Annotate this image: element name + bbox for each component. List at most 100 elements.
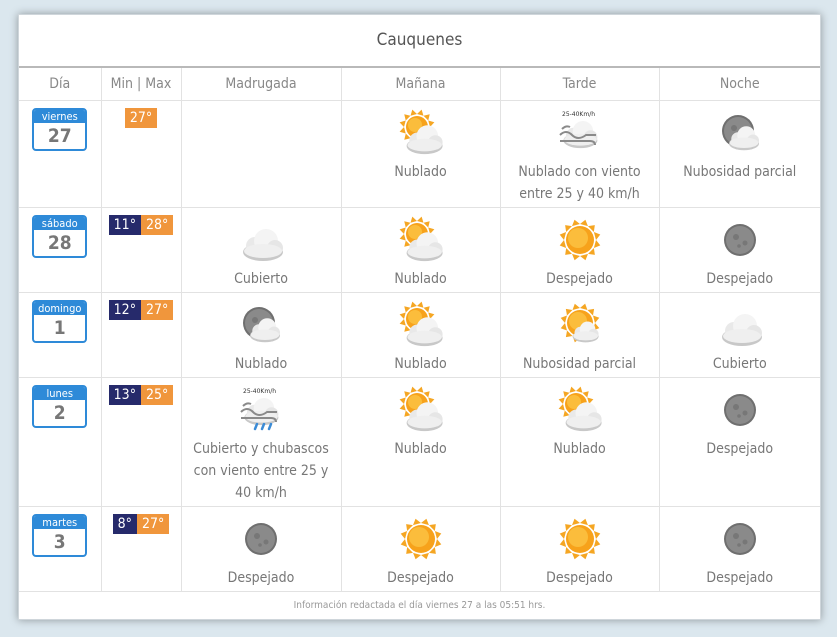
temp-cell: 12° 27° (101, 292, 182, 378)
period-desc: Nublado (394, 271, 447, 287)
period-cell: Nublado (341, 377, 501, 507)
period-cell (181, 100, 342, 208)
weather-cloud-icon (243, 229, 283, 261)
day-name: sábado (34, 217, 86, 230)
period-cell: Cubierto (181, 207, 342, 293)
weather-sun-cloud-icon (399, 301, 443, 347)
day-badge: lunes 2 (32, 385, 88, 428)
period-desc: Despejado (706, 271, 774, 287)
period-cell: Nublado (500, 377, 660, 507)
temp-max: 28° (141, 215, 174, 235)
day-name: lunes (34, 387, 86, 400)
period-desc: Nublado (553, 441, 606, 457)
temp-max: 25° (141, 385, 174, 405)
day-number: 2 (53, 402, 66, 424)
temp-max: 27° (136, 514, 170, 534)
period-desc: Despejado (227, 570, 295, 586)
header-manana: Mañana (341, 68, 501, 101)
footer-note: Información redactada el día viernes 27 … (293, 600, 546, 611)
location-title: Cauquenes (19, 15, 820, 68)
svg-text:25-40Km/h: 25-40Km/h (243, 388, 276, 395)
period-cell: 25-40Km/h Nublado con viento entre 25 y … (500, 100, 660, 208)
weather-sun-icon (400, 518, 441, 560)
temp-range: 13° 25° (102, 385, 181, 405)
day-cell: lunes 2 (19, 377, 102, 507)
header-row: Día Min | Max Madrugada Mañana Tarde Noc… (19, 68, 820, 101)
period-cell: Despejado (659, 506, 820, 592)
day-name: viernes (34, 110, 86, 123)
period-cell: Despejado (659, 377, 820, 507)
period-desc: Nubosidad parcial (522, 356, 637, 372)
weather-sun-cloud-icon (558, 386, 602, 432)
day-name: martes (34, 516, 86, 529)
weather-sun-icon (559, 219, 600, 261)
weather-sun-cloud-icon (399, 216, 443, 262)
weather-moon-cloud-icon (721, 115, 759, 151)
period-desc: Despejado (546, 271, 613, 287)
temp-cell: 13° 25° (101, 377, 182, 507)
period-desc: Cubierto (712, 356, 767, 372)
header-tarde: Tarde (500, 68, 660, 101)
day-badge: martes 3 (32, 514, 88, 557)
day-number: 3 (53, 531, 66, 553)
weather-wind-icon: 25-40Km/h (558, 111, 597, 149)
period-cell: Despejado (500, 207, 660, 293)
day-cell: martes 3 (19, 506, 102, 592)
temp-min: 13° (108, 385, 141, 405)
day-row: lunes 2 13° 25° 25-40Km/h Cubierto y chuba… (19, 377, 820, 507)
weather-moon-icon (245, 523, 277, 555)
period-cell: Despejado (341, 506, 501, 592)
temp-cell: 8° 27° (101, 506, 182, 592)
period-desc: Nublado con viento entre 25 y 40 km/h (518, 164, 641, 202)
temp-cell: 27° (101, 100, 182, 208)
period-cell: Nublado (341, 100, 501, 208)
weather-sun-cloud-icon (399, 386, 443, 432)
temp-range: 12° 27° (102, 300, 181, 320)
weather-sun-cloud-small-icon (560, 303, 599, 343)
period-cell: Despejado (500, 506, 660, 592)
day-number: 27 (47, 125, 72, 147)
day-number: 1 (53, 317, 66, 339)
period-desc: Despejado (706, 441, 774, 457)
temp-max: 27° (124, 108, 158, 128)
period-desc: Nublado (394, 164, 447, 180)
header-madrugada: Madrugada (181, 68, 342, 101)
day-name: domingo (34, 302, 86, 315)
temp-min: 12° (108, 300, 141, 320)
period-desc: Despejado (546, 570, 613, 586)
forecast-table: Día Min | Max Madrugada Mañana Tarde Noc… (19, 68, 820, 592)
period-cell: Despejado (181, 506, 342, 592)
temp-min: 11° (108, 215, 141, 235)
temp-cell: 11° 28° (101, 207, 182, 293)
period-cell: Cubierto (659, 292, 820, 378)
period-cell: Nublado (341, 292, 501, 378)
svg-text:25-40Km/h: 25-40Km/h (562, 111, 595, 118)
temp-min: 8° (112, 514, 137, 534)
forecast-card: Cauquenes Día Min | Max Madrugada Mañana… (18, 14, 821, 620)
day-cell: viernes 27 (19, 100, 102, 208)
weather-cloud-icon (721, 314, 762, 346)
temp-range: 8° 27° (102, 514, 181, 534)
day-row: viernes 27 27° Nublado 25-40Km/h Nublado … (19, 100, 820, 208)
weather-sun-icon (559, 518, 600, 560)
header-dia: Día (19, 68, 102, 101)
day-badge: sábado 28 (32, 215, 88, 258)
period-desc: Despejado (706, 570, 774, 586)
period-desc: Cubierto y chubascos con viento entre 25… (193, 441, 329, 501)
weather-moon-icon (723, 394, 756, 426)
day-row: domingo 1 12° 27° Nublado Nublado Nubosid… (19, 292, 820, 378)
day-row: martes 3 8° 27° Despejado Despejado Despeja… (19, 506, 820, 592)
temp-max: 27° (141, 300, 174, 320)
period-cell: Nublado (341, 207, 501, 293)
temp-range: 27° (102, 108, 181, 128)
period-cell: Despejado (659, 207, 820, 293)
day-cell: sábado 28 (19, 207, 102, 293)
period-desc: Nubosidad parcial (683, 164, 797, 180)
day-number: 28 (47, 232, 72, 254)
period-desc: Nublado (394, 356, 447, 372)
weather-sun-cloud-icon (399, 109, 443, 155)
weather-moon-icon (723, 224, 756, 256)
day-badge: domingo 1 (32, 300, 88, 343)
weather-wind-rain-icon: 25-40Km/h (240, 388, 279, 431)
period-desc: Cubierto (234, 271, 288, 287)
